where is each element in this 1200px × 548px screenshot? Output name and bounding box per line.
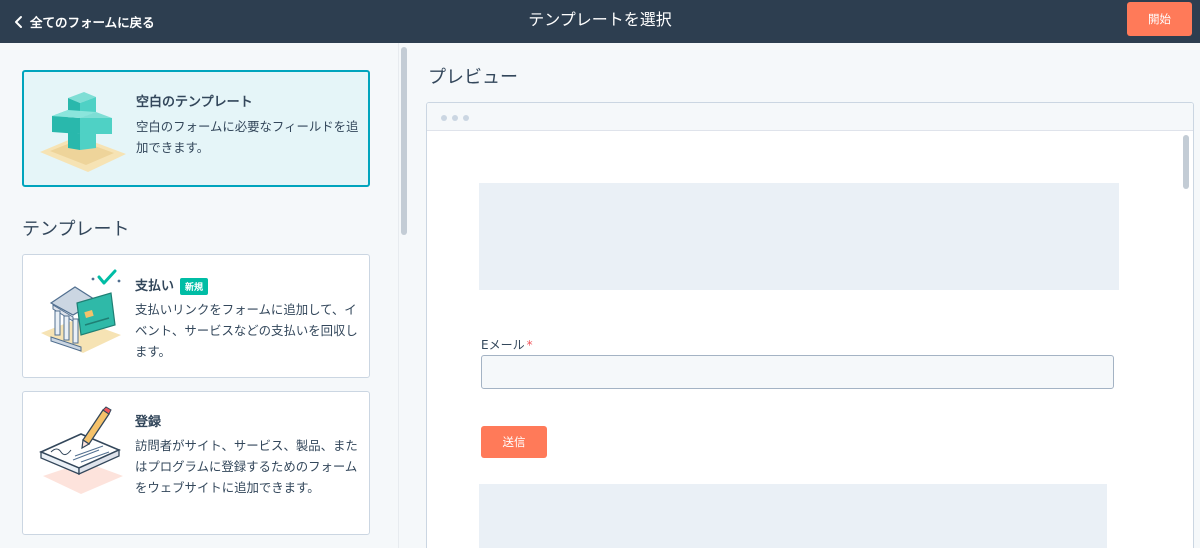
- template-card-registration[interactable]: 登録 訪問者がサイト、サービス、製品、またはプログラムに登録するためのフォームを…: [22, 391, 370, 535]
- browser-toolbar: [427, 103, 1193, 131]
- payment-template-title: 支払い 新規: [135, 275, 209, 295]
- header-placeholder-block: [479, 183, 1119, 290]
- blank-template-title: 空白のテンプレート: [136, 95, 253, 110]
- scrollbar-thumb[interactable]: [401, 47, 407, 235]
- window-dot: [463, 115, 469, 121]
- preview-pane: プレビュー Eメール * 送信: [410, 43, 1200, 548]
- registration-template-title: 登録: [135, 415, 162, 430]
- email-input[interactable]: [481, 355, 1114, 389]
- back-to-forms-link[interactable]: 全てのフォームに戻る: [12, 0, 155, 43]
- template-list-scrollbar[interactable]: [398, 43, 410, 548]
- chevron-left-icon: [15, 15, 22, 28]
- payment-title-text: 支払い: [135, 279, 175, 294]
- window-dot: [441, 115, 447, 121]
- start-button[interactable]: 開始: [1127, 2, 1192, 36]
- page-title: テンプレートを選択: [528, 10, 672, 29]
- plus-cross-illustration: [40, 92, 126, 172]
- blank-template-card[interactable]: 空白のテンプレート 空白のフォームに必要なフィールドを追加できます。: [22, 70, 370, 187]
- preview-scrollbar[interactable]: [1183, 135, 1189, 189]
- payment-template-description: 支払いリンクをフォームに追加して、イベント、サービスなどの支払いを回収します。: [135, 302, 358, 359]
- email-field-label: Eメール *: [481, 336, 533, 353]
- template-card-payment[interactable]: 支払い 新規 支払いリンクをフォームに追加して、イベント、サービスなどの支払いを回…: [22, 254, 370, 378]
- top-bar: 全てのフォームに戻る テンプレートを選択 開始: [0, 0, 1200, 43]
- email-label-text: Eメール: [481, 338, 525, 352]
- window-dot: [452, 115, 458, 121]
- signed-document-illustration: [38, 406, 123, 494]
- back-link-label: 全てのフォームに戻る: [30, 15, 155, 30]
- footer-placeholder-block: [479, 484, 1107, 548]
- new-badge: 新規: [180, 278, 209, 295]
- registration-template-description: 訪問者がサイト、サービス、製品、またはプログラムに登録するためのフォームをウェブ…: [135, 438, 358, 495]
- submit-button[interactable]: 送信: [481, 426, 547, 458]
- required-mark: *: [526, 338, 533, 352]
- template-list-pane: 空白のテンプレート 空白のフォームに必要なフィールドを追加できます。 テンプレー…: [0, 43, 398, 548]
- bank-card-illustration: [41, 269, 121, 353]
- blank-template-description: 空白のフォームに必要なフィールドを追加できます。: [136, 119, 359, 155]
- preview-browser-frame: Eメール * 送信: [426, 102, 1194, 548]
- templates-section-title: テンプレート: [22, 219, 130, 240]
- preview-title: プレビュー: [428, 67, 518, 88]
